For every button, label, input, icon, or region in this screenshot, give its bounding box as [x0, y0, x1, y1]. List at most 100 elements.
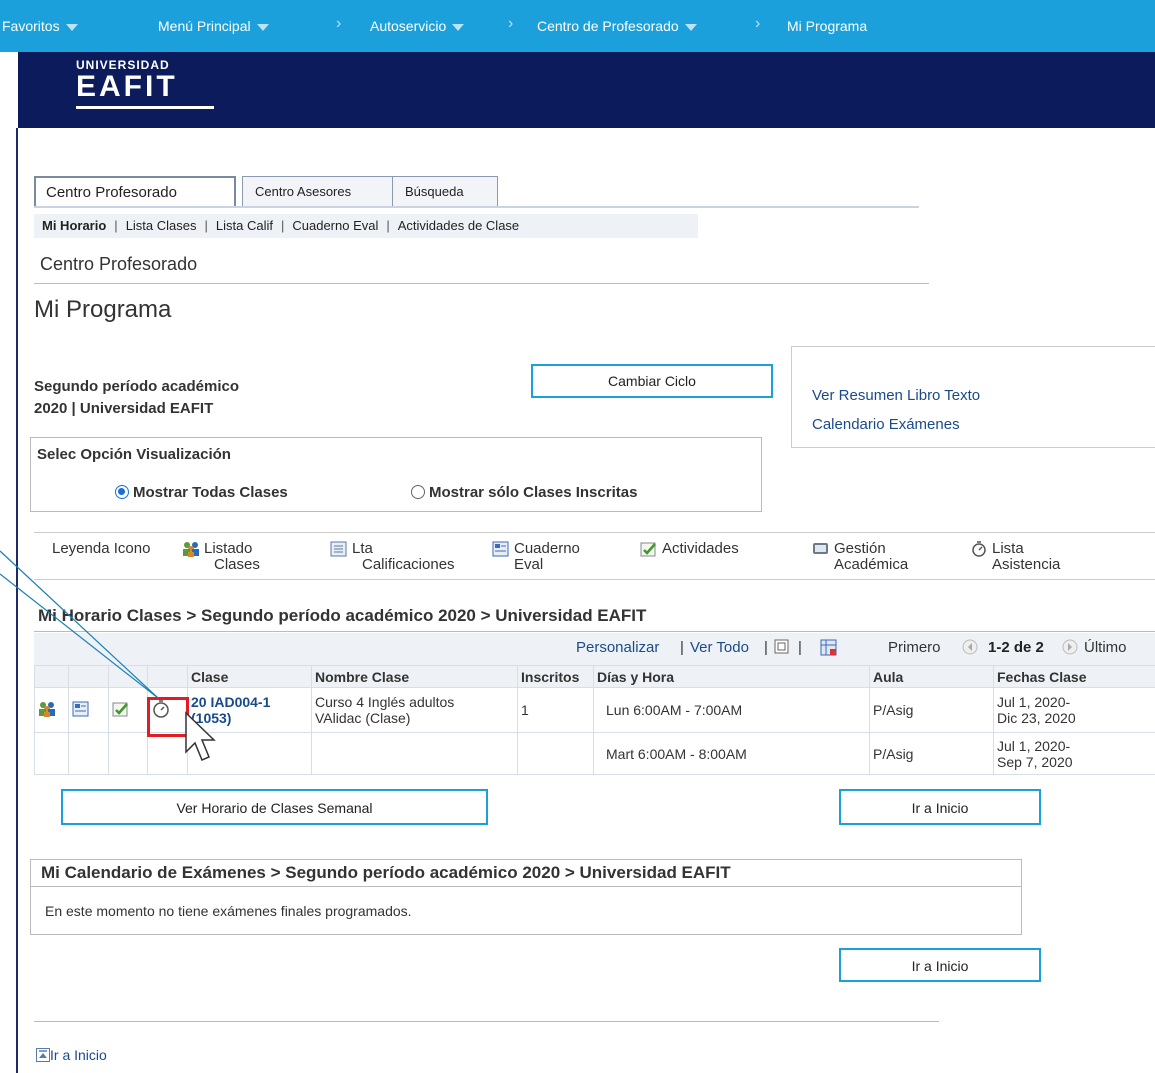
people-icon	[182, 541, 200, 557]
legend-label: Lta	[352, 540, 373, 557]
gradebook-icon[interactable]	[72, 701, 90, 720]
radio-unselected-icon[interactable]	[411, 485, 425, 499]
subnav-cuaderno-eval[interactable]: Cuaderno Eval	[292, 218, 378, 233]
header-nombre-clase: Nombre Clase	[311, 665, 518, 688]
top-navigation-bar: Favoritos Menú Principal › Autoservicio …	[0, 0, 1155, 52]
cambiar-ciclo-button[interactable]: Cambiar Ciclo	[531, 364, 773, 398]
header-fechas-clase: Fechas Clase	[993, 665, 1155, 688]
radio-mostrar-todas[interactable]: Mostrar Todas Clases	[115, 484, 288, 501]
header-dias-hora: Días y Hora	[593, 665, 870, 688]
fechas-line1: Jul 1, 2020-	[997, 737, 1071, 754]
subnav-separator: |	[280, 218, 285, 233]
table-row: Mart 6:00AM - 8:00AM P/Asig Jul 1, 2020-…	[34, 732, 1155, 775]
download-grid-icon[interactable]	[820, 639, 838, 661]
prev-page-icon[interactable]	[962, 639, 978, 659]
legend-label: Académica	[834, 556, 909, 573]
period-line2: 2020 | Universidad EAFIT	[34, 400, 214, 417]
legend-gestion-academica: Gestión Académica	[812, 541, 908, 573]
caret-down-icon	[65, 23, 78, 31]
radio-mostrar-inscritas[interactable]: Mostrar sólo Clases Inscritas	[411, 484, 637, 501]
table-row: 20 IAD004-1 (1053) Curso 4 Inglés adultos…	[34, 687, 1155, 733]
subnav-separator: |	[386, 218, 390, 233]
class-name-line2: VAlidac (Clase)	[315, 710, 411, 726]
ir-a-inicio-bottom-link[interactable]: Ir a Inicio	[36, 1047, 107, 1063]
nav-separator: ›	[755, 15, 761, 32]
logo-underline	[76, 106, 214, 109]
tab-centro-profesorado[interactable]: Centro Profesorado	[34, 176, 236, 206]
grades-list-icon	[330, 541, 348, 557]
page-range: 1-2 de 2	[988, 639, 1044, 656]
next-page-icon[interactable]	[1062, 639, 1078, 659]
page-left-border	[16, 128, 18, 1073]
links-panel: Ver Resumen Libro Texto Calendario Exáme…	[791, 346, 1155, 448]
primero-link[interactable]: Primero	[888, 639, 941, 656]
activities-check-icon[interactable]	[112, 702, 130, 720]
class-code: 20 IAD004-1	[191, 694, 271, 710]
dias-hora-cell: Mart 6:00AM - 8:00AM	[593, 732, 870, 775]
radio-mostrar-todas-label: Mostrar Todas Clases	[133, 484, 288, 501]
activities-check-icon	[640, 541, 658, 557]
subnav-lista-clases[interactable]: Lista Clases	[126, 218, 197, 233]
tab-underline	[34, 206, 919, 208]
ir-a-inicio-bottom-label: Ir a Inicio	[50, 1047, 107, 1063]
legend-cuaderno-eval: Cuaderno Eval	[492, 541, 580, 573]
ir-a-inicio-button-2[interactable]: Ir a Inicio	[839, 948, 1041, 982]
class-link[interactable]: 20 IAD004-1 (1053)	[191, 694, 270, 726]
legend-label: Listado	[204, 540, 253, 557]
tab-busqueda[interactable]: Búsqueda	[392, 176, 498, 206]
personalizar-link[interactable]: Personalizar	[576, 639, 659, 656]
radio-selected-icon[interactable]	[115, 485, 129, 499]
subnav-mi-horario[interactable]: Mi Horario	[42, 218, 106, 233]
header-banner: UNIVERSIDAD EAFIT	[18, 52, 1155, 128]
legend-title: Leyenda Icono	[52, 540, 151, 557]
nav-mi-programa[interactable]: Mi Programa	[787, 18, 867, 34]
legend-label: Actividades	[662, 540, 739, 557]
ver-todo-link[interactable]: Ver Todo	[690, 639, 749, 656]
radio-mostrar-inscritas-label: Mostrar sólo Clases Inscritas	[429, 484, 638, 501]
legend-label: Cuaderno	[514, 540, 580, 557]
zoom-icon[interactable]	[774, 639, 790, 659]
ir-a-inicio-button[interactable]: Ir a Inicio	[839, 789, 1041, 825]
stopwatch-icon	[970, 541, 988, 557]
nav-menu-principal[interactable]: Menú Principal	[158, 18, 269, 34]
ver-resumen-libro-link[interactable]: Ver Resumen Libro Texto	[812, 387, 980, 404]
visualization-label: Selec Opción Visualización	[37, 446, 231, 463]
nav-separator: ›	[336, 15, 342, 32]
empty-cell	[34, 732, 69, 775]
people-icon[interactable]	[38, 701, 56, 720]
ultimo-link[interactable]: Último	[1084, 639, 1127, 656]
ver-horario-semanal-button[interactable]: Ver Horario de Clases Semanal	[61, 789, 488, 825]
class-number: (1053)	[191, 710, 232, 726]
subnav-actividades-clase[interactable]: Actividades de Clase	[398, 218, 519, 233]
calendario-examenes-link[interactable]: Calendario Exámenes	[812, 416, 960, 433]
fechas-cell: Jul 1, 2020- Sep 7, 2020	[993, 732, 1155, 775]
eafit-logo: UNIVERSIDAD EAFIT	[76, 58, 214, 109]
empty-cell	[311, 732, 518, 775]
legend-actividades: Actividades	[640, 541, 739, 557]
legend-label: Asistencia	[992, 556, 1061, 573]
header-aula: Aula	[869, 665, 994, 688]
toolbar-separator: |	[680, 639, 684, 656]
breadcrumb-divider	[34, 283, 929, 284]
fechas-line2: Sep 7, 2020	[997, 753, 1073, 770]
table-header-row: Clase Nombre Clase Inscritos Días y Hora…	[34, 665, 1155, 688]
empty-cell	[517, 732, 594, 775]
logo-line2: EAFIT	[76, 70, 178, 103]
inscritos-cell: 1	[517, 687, 594, 733]
nav-autoservicio[interactable]: Autoservicio	[370, 18, 465, 34]
caret-down-icon	[256, 23, 269, 31]
nav-centro-profesorado[interactable]: Centro de Profesorado	[537, 18, 697, 34]
legend-label: Clases	[214, 556, 260, 573]
legend-lista-asistencia: Lista Asistencia	[970, 541, 1060, 573]
toolbar-separator: |	[798, 639, 802, 656]
bottom-divider	[34, 1021, 939, 1022]
caret-down-icon	[452, 23, 465, 31]
nav-favoritos[interactable]: Favoritos	[2, 18, 78, 34]
empty-cell	[147, 732, 188, 775]
subnav-lista-calif[interactable]: Lista Calif	[216, 218, 273, 233]
schedule-table: Clase Nombre Clase Inscritos Días y Hora…	[34, 665, 1155, 775]
exam-calendar-title: Mi Calendario de Exámenes > Segundo perí…	[30, 859, 1022, 887]
page-title: Mi Programa	[34, 296, 172, 323]
visualization-options: Selec Opción Visualización Mostrar Todas…	[30, 437, 762, 512]
legend-label: Eval	[514, 556, 544, 573]
